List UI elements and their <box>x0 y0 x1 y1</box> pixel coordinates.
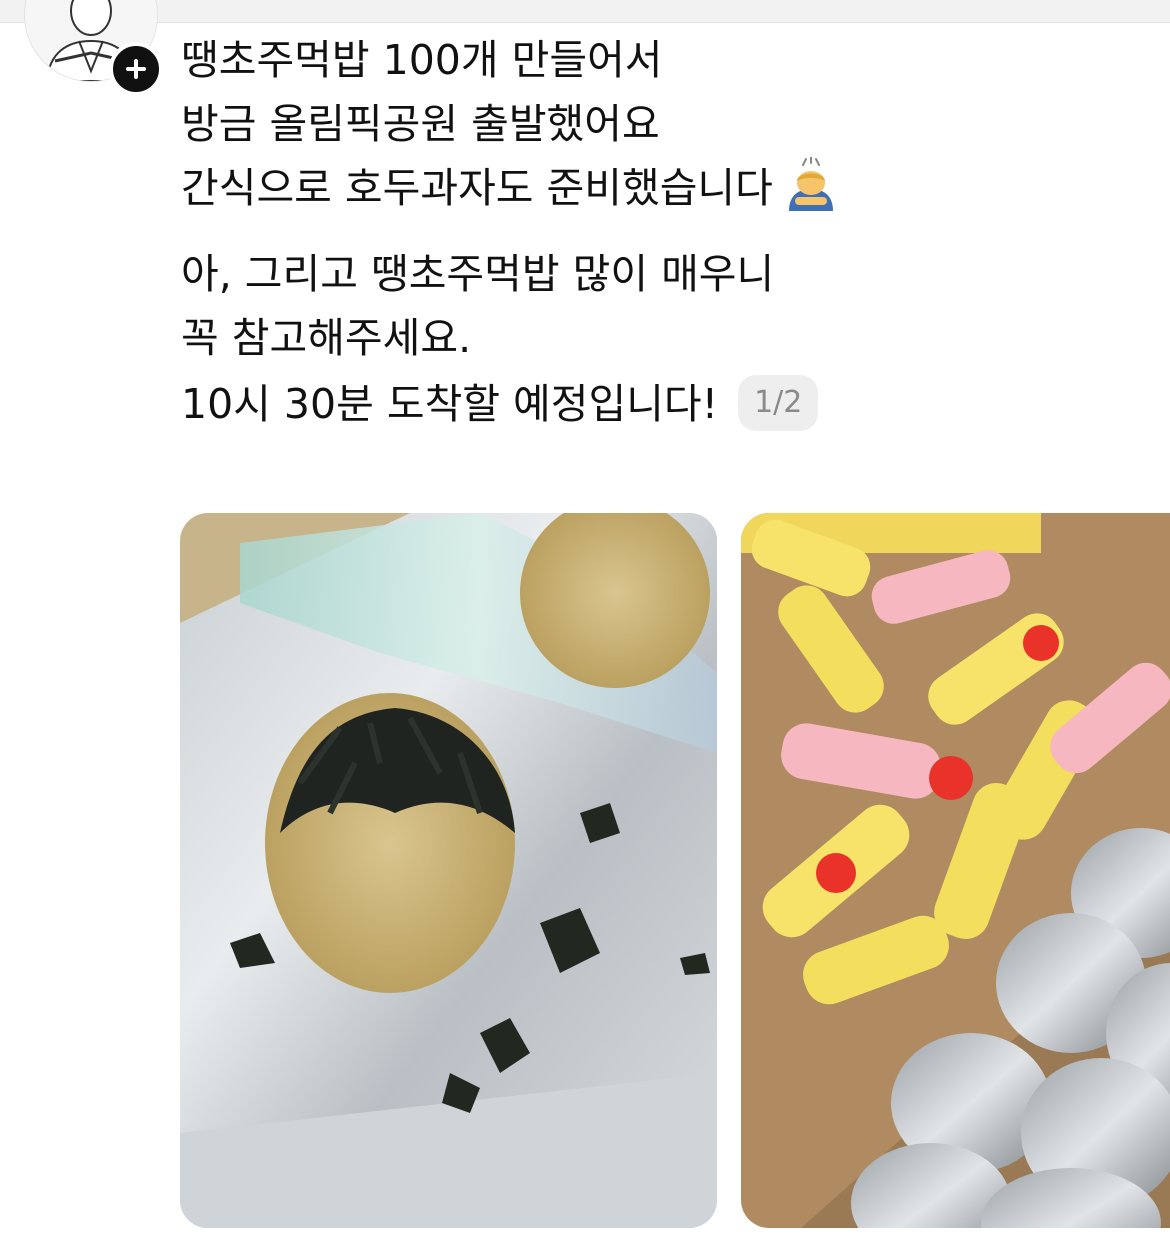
photo-rice-ball[interactable] <box>180 513 717 1228</box>
snack-box-photo <box>741 513 1170 1228</box>
post-line: 아, 그리고 땡초주먹밥 많이 매우니 <box>181 250 775 298</box>
post-line: 10시 30분 도착할 예정입니다! 1/2 <box>181 372 981 436</box>
media-page-indicator: 1/2 <box>738 375 819 431</box>
top-edge-strip <box>0 0 1170 23</box>
post-line: 꼭 참고해주세요. <box>181 314 472 362</box>
person-bowing-emoji <box>783 156 839 213</box>
photo-snack-box[interactable] <box>741 513 1170 1228</box>
post-line: 방금 올림픽공원 출발했어요 <box>181 100 660 148</box>
follow-button[interactable] <box>109 42 163 96</box>
rice-ball-photo <box>180 513 717 1228</box>
post-line: 간식으로 호두과자도 준비했습니다 <box>181 156 981 220</box>
post-line-text: 간식으로 호두과자도 준비했습니다 <box>181 164 773 212</box>
post-line-text: 10시 30분 도착할 예정입니다! <box>181 380 719 428</box>
plus-icon <box>126 59 146 79</box>
post-body: 땡초주먹밥 100개 만들어서 방금 올림픽공원 출발했어요 간식으로 호두과자… <box>181 28 981 436</box>
post-line: 땡초주먹밥 100개 만들어서 <box>181 36 663 84</box>
